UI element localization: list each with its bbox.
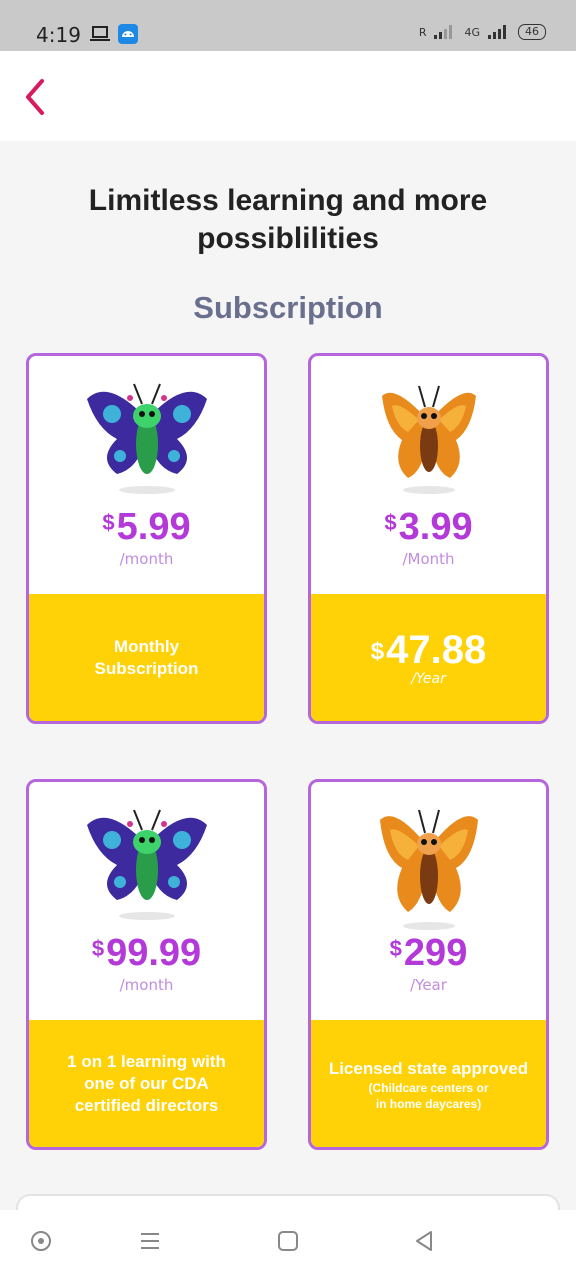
plan-description-line: Subscription (94, 658, 199, 678)
plan-description-title: Licensed state approved (328, 1059, 529, 1078)
plan-card-yearly[interactable]: $3.99 /Month $47.88 /Year (308, 353, 549, 724)
plan-card-top: $3.99 /Month (311, 356, 546, 594)
price-value: 5.99 (116, 506, 191, 548)
plan-description-line: certified directors (74, 1095, 219, 1115)
plan-card-licensed[interactable]: $299 /Year Licensed state approved (Chil… (308, 779, 549, 1150)
signal-label: R (418, 25, 427, 39)
butterfly-orange-icon (379, 809, 478, 930)
home-icon[interactable] (277, 1230, 299, 1252)
navigation-bar (0, 1210, 576, 1280)
price-period: /month (119, 976, 174, 994)
plan-card-top: $299 /Year (311, 782, 546, 1020)
assistant-icon[interactable] (30, 1230, 52, 1252)
signal-icon-2 (488, 25, 506, 39)
recents-icon[interactable] (139, 1230, 161, 1252)
section-title: Subscription (193, 290, 383, 325)
butterfly-orange-icon (381, 385, 476, 494)
plan-description-line: one of our CDA (84, 1073, 209, 1093)
plan-price: $299 (311, 932, 546, 975)
plan-price: $5.99 (29, 506, 264, 549)
back-button[interactable] (18, 73, 58, 119)
chevron-left-icon (26, 79, 44, 115)
signal-icon (434, 25, 453, 39)
butterfly-blue-icon (86, 383, 207, 494)
price-value: 99.99 (106, 932, 202, 974)
plan-description-line: 1 on 1 learning with (67, 1051, 226, 1071)
price-period: /Month (402, 550, 455, 568)
price-period: /month (119, 550, 174, 568)
yearly-total-value: 47.88 (386, 627, 487, 672)
price-period: /Year (410, 976, 447, 994)
plan-price: $3.99 (311, 506, 546, 549)
network-type: 4G (464, 25, 480, 39)
plan-card-bottom: Monthly Subscription (29, 594, 264, 721)
plan-description-sub: in home daycares) (375, 1097, 482, 1111)
battery-indicator: 46 (518, 24, 546, 40)
price-value: 3.99 (398, 506, 473, 548)
plan-card-top: $99.99 /month (29, 782, 264, 1020)
back-icon[interactable] (413, 1230, 435, 1252)
laptop-icon (90, 26, 110, 41)
yearly-total-period: /Year (411, 670, 446, 687)
android-notification-icon (118, 24, 138, 44)
plan-card-top: $5.99 /month (29, 356, 264, 594)
status-bar: 4:19 R 4G 46 (0, 0, 576, 51)
headline-line-2: possiblilities (197, 222, 379, 255)
plan-description-sub: (Childcare centers or (368, 1081, 489, 1095)
currency-symbol: $ (91, 936, 105, 961)
plan-description-line: Monthly (113, 636, 180, 656)
page-headline: Limitless learning and more possibliliti… (0, 182, 576, 258)
plan-card-bottom: Licensed state approved (Childcare cente… (311, 1020, 546, 1147)
currency-symbol: $ (370, 637, 385, 665)
plan-yearly-total: $47.88 (371, 629, 486, 671)
currency-symbol: $ (384, 510, 397, 535)
headline-line-1: Limitless learning and more (88, 184, 488, 217)
app-header (0, 51, 576, 141)
price-value: 299 (403, 932, 468, 974)
plan-card-monthly[interactable]: $5.99 /month Monthly Subscription (26, 353, 267, 724)
currency-symbol: $ (102, 510, 115, 535)
currency-symbol: $ (389, 936, 402, 961)
status-time: 4:19 (36, 23, 81, 47)
plan-price: $99.99 (29, 932, 264, 975)
butterfly-blue-icon (86, 809, 207, 920)
plan-card-bottom: $47.88 /Year (311, 594, 546, 721)
plan-card-one-on-one[interactable]: $99.99 /month 1 on 1 learning with one o… (26, 779, 267, 1150)
status-indicators: R 4G 46 (419, 24, 546, 40)
plan-card-bottom: 1 on 1 learning with one of our CDA cert… (29, 1020, 264, 1147)
